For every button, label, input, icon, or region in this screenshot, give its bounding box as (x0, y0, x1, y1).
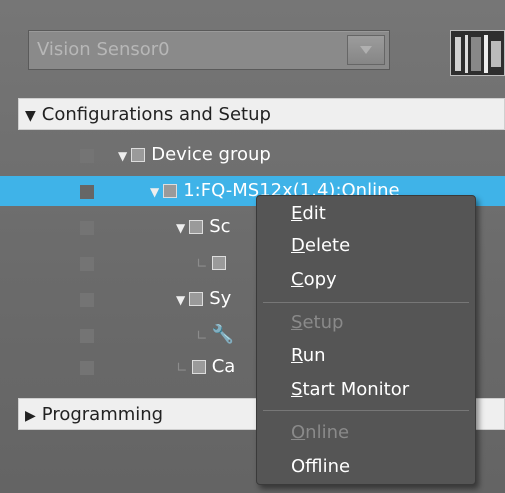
menu-item-label: opy (303, 269, 337, 290)
menu-item-start-monitor[interactable]: Start Monitor (291, 377, 409, 403)
system-icon (189, 292, 204, 306)
programming-section-label: Programming (41, 404, 164, 425)
mnemonic: D (291, 235, 305, 256)
row-marker (80, 329, 94, 343)
mnemonic: S (291, 379, 303, 400)
tree-label: Ca (211, 356, 236, 377)
tree-row-device-group[interactable]: ▼ Device group (0, 140, 505, 170)
menu-item-online[interactable]: Online (291, 420, 349, 446)
scene-icon (189, 220, 204, 234)
multiview-explorer-pane: Vision Sensor0 ▼ Configurations and Setup… (0, 0, 505, 493)
menu-item-offline[interactable]: Offline (291, 454, 350, 480)
row-marker (80, 361, 94, 375)
mnemonic: E (291, 203, 303, 224)
menu-item-label: dit (302, 203, 326, 224)
device-dropdown[interactable]: Vision Sensor0 (28, 30, 390, 70)
menu-item-delete[interactable]: Delete (291, 233, 350, 259)
menu-item-copy[interactable]: Copy (291, 267, 337, 293)
menu-item-run[interactable]: Run (291, 343, 326, 369)
tree-line-icon: ∟ (196, 256, 208, 272)
expand-down-icon[interactable]: ▼ (118, 149, 127, 163)
row-marker (80, 257, 94, 271)
tree-label: Sy (209, 288, 232, 309)
device-dropdown-value: Vision Sensor0 (37, 39, 170, 60)
chevron-down-icon (360, 46, 372, 54)
menu-item-edit[interactable]: Edit (291, 201, 326, 227)
sensor-icon (163, 184, 178, 198)
row-marker (80, 185, 94, 199)
menu-separator (263, 410, 469, 411)
row-marker (80, 221, 94, 235)
menu-item-label: Off (291, 456, 323, 477)
mnemonic: O (291, 422, 306, 443)
folder-icon (191, 360, 206, 374)
menu-item-label: etup (302, 312, 344, 333)
mnemonic: S (291, 312, 303, 333)
menu-item-label: nline (305, 422, 350, 443)
tree-line-icon: ∟ (176, 360, 188, 376)
row-marker (80, 149, 94, 163)
dropdown-arrow-button[interactable] (347, 35, 385, 65)
tree-label: Device group (151, 144, 271, 165)
device-thumbnail-icon (450, 30, 505, 76)
context-menu: Edit Delete Copy Setup Run Start Monitor… (256, 195, 476, 485)
menu-item-label: elete (304, 235, 351, 256)
expand-down-icon: ▼ (25, 108, 36, 124)
inspection-icon (211, 256, 226, 270)
expand-down-icon[interactable]: ▼ (176, 221, 185, 235)
tree-line-icon: ∟ (196, 328, 208, 344)
configurations-section-label: Configurations and Setup (41, 104, 271, 125)
tree-label: Sc (209, 216, 231, 237)
configurations-section-header[interactable]: ▼ Configurations and Setup (18, 98, 505, 130)
menu-item-setup[interactable]: Setup (291, 310, 343, 336)
menu-item-label: tart Monitor (302, 379, 410, 400)
menu-separator (263, 302, 469, 303)
row-marker (80, 293, 94, 307)
menu-item-label: ine (322, 456, 351, 477)
expand-right-icon: ▶ (25, 408, 36, 424)
device-group-icon (131, 148, 146, 162)
mnemonic: R (291, 345, 303, 366)
expand-down-icon[interactable]: ▼ (150, 185, 159, 199)
wrench-icon: 🔧 (211, 324, 235, 345)
menu-item-label: un (302, 345, 326, 366)
mnemonic: C (291, 269, 304, 290)
expand-down-icon[interactable]: ▼ (176, 293, 185, 307)
